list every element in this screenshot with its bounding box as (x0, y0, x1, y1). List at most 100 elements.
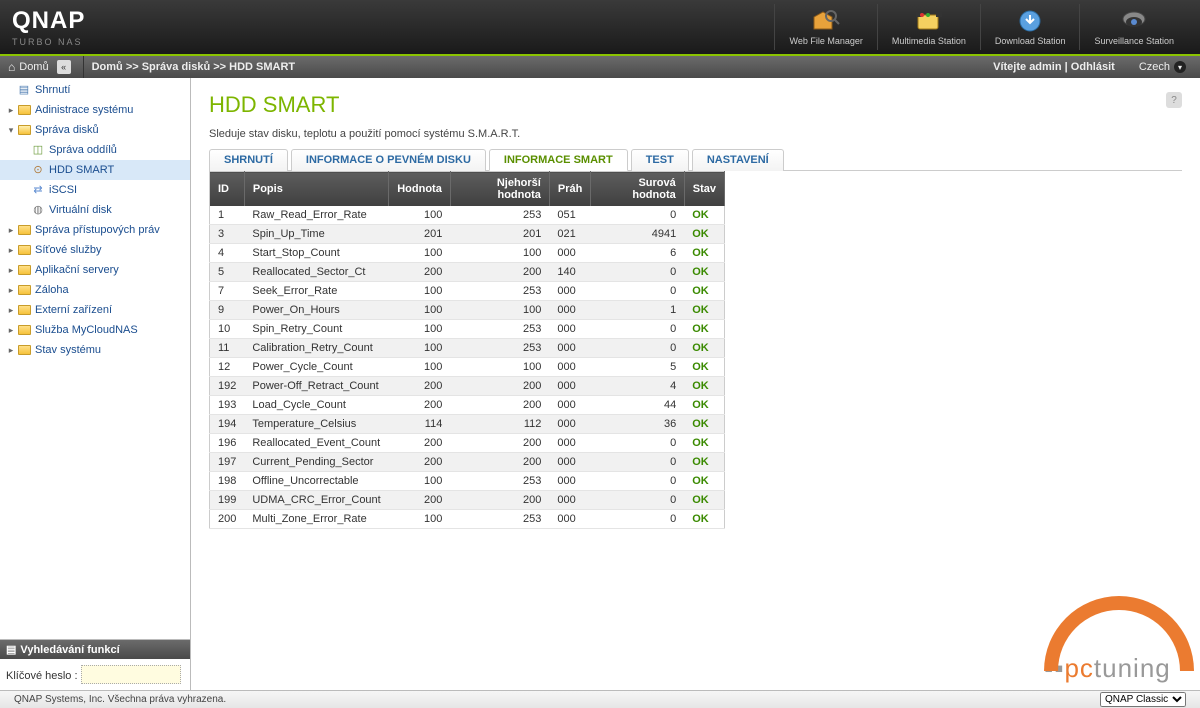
collapse-icon[interactable]: ▤ (6, 643, 16, 656)
col-header: Stav (684, 172, 724, 207)
cell-id: 11 (210, 339, 245, 358)
brand-logo: QNAP (12, 7, 774, 35)
cell-status: OK (684, 415, 724, 434)
app-header: QNAP TURBO NAS Web File ManagerMultimedi… (0, 0, 1200, 56)
cell-id: 10 (210, 320, 245, 339)
cell-raw: 0 (591, 263, 684, 282)
page-title: HDD SMART (209, 92, 1182, 118)
cell-worst: 100 (450, 301, 549, 320)
language-selector[interactable]: Czech (1125, 61, 1200, 73)
tab-test[interactable]: TEST (631, 149, 689, 171)
table-row: 200Multi_Zone_Error_Rate1002530000OK (210, 510, 725, 529)
cell-desc: Reallocated_Sector_Ct (244, 263, 388, 282)
nav-item-správa-přístupových-práv[interactable]: ▸ Správa přístupových práv (0, 220, 190, 240)
help-icon[interactable]: ? (1166, 92, 1182, 108)
expand-icon: ▸ (6, 222, 16, 238)
cell-desc: Spin_Up_Time (244, 225, 388, 244)
logout-link[interactable]: Odhlásit (1071, 61, 1115, 73)
table-row: 11Calibration_Retry_Count1002530000OK (210, 339, 725, 358)
cell-worst: 253 (450, 339, 549, 358)
table-row: 3Spin_Up_Time2012010214941OK (210, 225, 725, 244)
nav-item-aplikační-servery[interactable]: ▸Aplikační servery (0, 260, 190, 280)
table-row: 4Start_Stop_Count1001000006OK (210, 244, 725, 263)
nav-label: Správa oddílů (49, 142, 117, 158)
col-header: Surová hodnota (591, 172, 684, 207)
header-shortcut-3[interactable]: Surveillance Station (1079, 4, 1188, 50)
search-title: Vyhledávání funkcí (20, 644, 119, 656)
tab-nastavení[interactable]: NASTAVENÍ (692, 149, 784, 171)
cell-id: 4 (210, 244, 245, 263)
cell-value: 100 (389, 472, 451, 491)
table-row: 1Raw_Read_Error_Rate1002530510OK (210, 206, 725, 225)
cell-desc: UDMA_CRC_Error_Count (244, 491, 388, 510)
nav-item-adinistrace-systému[interactable]: ▸ Adinistrace systému (0, 100, 190, 120)
table-row: 198Offline_Uncorrectable1002530000OK (210, 472, 725, 491)
search-input[interactable] (81, 665, 181, 684)
header-shortcut-2[interactable]: Download Station (980, 4, 1080, 50)
cell-raw: 0 (591, 491, 684, 510)
col-header: Popis (244, 172, 388, 207)
cell-threshold: 000 (549, 339, 590, 358)
header-icon-label: Surveillance Station (1094, 36, 1174, 46)
cell-worst: 201 (450, 225, 549, 244)
tab-shrnutí[interactable]: SHRNUTÍ (209, 149, 288, 171)
nav-item-virtuální-disk[interactable]: ◍Virtuální disk (0, 200, 190, 220)
nav-label: Adinistrace systému (35, 102, 133, 118)
cell-threshold: 000 (549, 358, 590, 377)
language-label: Czech (1139, 61, 1170, 73)
header-shortcut-0[interactable]: Web File Manager (774, 4, 876, 50)
cell-desc: Power_On_Hours (244, 301, 388, 320)
cell-status: OK (684, 472, 724, 491)
cell-status: OK (684, 225, 724, 244)
cell-value: 100 (389, 320, 451, 339)
breadcrumb-bar: Domů « Domů >> Správa disků >> HDD SMART… (0, 56, 1200, 78)
cell-raw: 0 (591, 453, 684, 472)
cell-desc: Power-Off_Retract_Count (244, 377, 388, 396)
nav-label: Správa přístupových práv (35, 222, 160, 238)
cell-value: 100 (389, 358, 451, 377)
footer: QNAP Systems, Inc. Všechna práva vyhraze… (0, 690, 1200, 708)
cell-threshold: 000 (549, 244, 590, 263)
cell-raw: 4941 (591, 225, 684, 244)
nav-item-shrnutí[interactable]: ▤Shrnutí (0, 80, 190, 100)
search-header: ▤ Vyhledávání funkcí (0, 640, 190, 659)
nav-item-stav-systému[interactable]: ▸Stav systému (0, 340, 190, 360)
cell-status: OK (684, 358, 724, 377)
header-shortcut-1[interactable]: Multimedia Station (877, 4, 980, 50)
cell-threshold: 000 (549, 396, 590, 415)
cell-worst: 200 (450, 434, 549, 453)
cell-id: 3 (210, 225, 245, 244)
cell-threshold: 000 (549, 301, 590, 320)
cell-worst: 253 (450, 282, 549, 301)
nav-item-záloha[interactable]: ▸Záloha (0, 280, 190, 300)
nav-item-správa-oddílů[interactable]: ◫Správa oddílů (0, 140, 190, 160)
cell-threshold: 000 (549, 472, 590, 491)
cell-status: OK (684, 244, 724, 263)
collapse-sidebar-icon[interactable]: « (57, 60, 71, 74)
theme-selector[interactable]: QNAP Classic (1100, 692, 1186, 707)
nav-item-síťové-služby[interactable]: ▸Síťové služby (0, 240, 190, 260)
table-row: 194Temperature_Celsius11411200036OK (210, 415, 725, 434)
cell-raw: 0 (591, 320, 684, 339)
nav-item-externí-zařízení[interactable]: ▸Externí zařízení (0, 300, 190, 320)
nav-item-správa-disků[interactable]: ▾Správa disků (0, 120, 190, 140)
cell-desc: Spin_Retry_Count (244, 320, 388, 339)
cell-value: 200 (389, 263, 451, 282)
smart-table: IDPopisHodnotaNjehorší hodnotaPráhSurová… (209, 171, 725, 529)
cell-id: 192 (210, 377, 245, 396)
nav-item-služba-mycloudnas[interactable]: ▸Služba MyCloudNAS (0, 320, 190, 340)
cell-value: 200 (389, 434, 451, 453)
brand-sub: TURBO NAS (12, 37, 774, 47)
nav-item-hdd-smart[interactable]: ⊙HDD SMART (0, 160, 190, 180)
cell-worst: 200 (450, 377, 549, 396)
nav-icon (16, 343, 32, 357)
tab-informace-o-pevném-disku[interactable]: INFORMACE O PEVNÉM DISKU (291, 149, 486, 171)
tab-informace-smart[interactable]: INFORMACE SMART (489, 149, 628, 171)
nav-item-iscsi[interactable]: ⇄iSCSI (0, 180, 190, 200)
cell-threshold: 000 (549, 282, 590, 301)
expand-icon: ▸ (6, 102, 16, 118)
home-button[interactable]: Domů « (0, 56, 84, 78)
table-row: 5Reallocated_Sector_Ct2002001400OK (210, 263, 725, 282)
cell-value: 201 (389, 225, 451, 244)
cell-raw: 36 (591, 415, 684, 434)
